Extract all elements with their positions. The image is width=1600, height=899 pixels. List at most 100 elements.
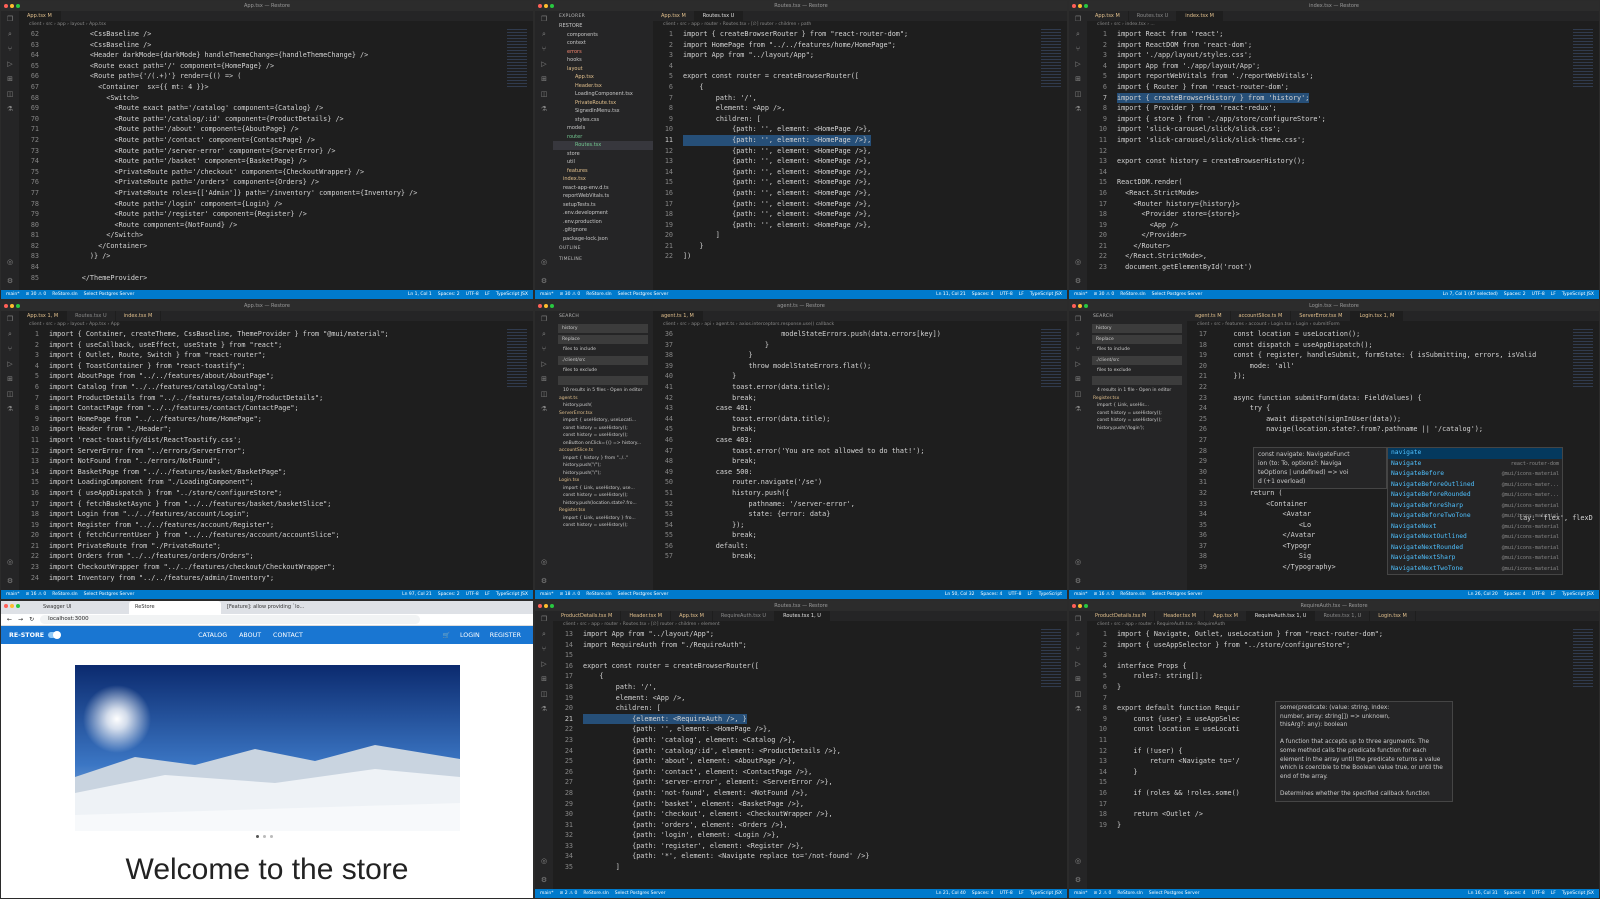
status-item[interactable]: UTF-8 [1000, 891, 1013, 896]
explorer-item[interactable]: .env.production [553, 218, 653, 227]
status-item[interactable]: TypeScript JSX [496, 592, 528, 597]
zoom-dot[interactable] [550, 304, 554, 308]
status-item[interactable]: Select Postgres Server [615, 891, 666, 896]
carousel-dot[interactable] [270, 835, 273, 838]
account-icon[interactable]: ◎ [7, 558, 13, 567]
status-item[interactable]: main* [1074, 891, 1088, 896]
minimize-dot[interactable] [1078, 4, 1082, 8]
zoom-dot[interactable] [16, 304, 20, 308]
extensions-icon[interactable]: ⊞ [1075, 75, 1081, 84]
search-result-match[interactable]: import { useHistory, useLocati... [553, 417, 653, 425]
search-result-match[interactable]: import { Link, useHistory, use... [553, 485, 653, 493]
gear-icon[interactable]: ⚙ [541, 277, 547, 286]
breadcrumb[interactable]: client › src › app › api › agent.ts › ax… [653, 321, 1067, 328]
status-item[interactable]: Ln 7, Col 1 (47 selected) [1443, 292, 1498, 297]
status-item[interactable]: Select Postgres Server [618, 592, 669, 597]
gear-icon[interactable]: ⚙ [1075, 577, 1081, 586]
status-item[interactable]: ⊘ 30 ⚠ 0 [26, 292, 47, 297]
status-item[interactable]: Ln 50, Col 32 [945, 592, 975, 597]
status-item[interactable]: main* [540, 592, 554, 597]
editor-tab[interactable]: App.tsx M [19, 11, 61, 21]
close-dot[interactable] [1072, 304, 1076, 308]
close-dot[interactable] [1072, 604, 1076, 608]
close-dot[interactable] [538, 604, 542, 608]
editor-tab[interactable]: Routes.tsx U [694, 11, 744, 21]
status-item[interactable]: Spaces: 4 [972, 292, 994, 297]
status-item[interactable]: UTF-8 [466, 292, 479, 297]
search-input[interactable]: history [558, 324, 648, 333]
editor-tab[interactable]: RequireAuth.tsx U [713, 611, 776, 621]
explorer-item[interactable]: package-lock.json [553, 235, 653, 244]
status-item[interactable]: ⊘ 30 ⚠ 0 [560, 292, 581, 297]
browser-tab[interactable]: [Feature]: allow providing `lo... [221, 601, 313, 614]
status-item[interactable]: ⊘ 2 ⚠ 0 [1094, 891, 1112, 896]
minimap[interactable] [1573, 629, 1593, 689]
search-icon[interactable]: ⌕ [8, 30, 12, 39]
search-result-match[interactable]: const history = useHistory(); [553, 522, 653, 530]
explorer-item[interactable]: .env.development [553, 209, 653, 218]
status-item[interactable]: ReStore.sln [52, 592, 77, 597]
run-debug-icon[interactable]: ▷ [541, 360, 546, 369]
breadcrumb[interactable]: client › src › index.tsx › ... [1087, 21, 1599, 28]
minimize-dot[interactable] [544, 604, 548, 608]
carousel-image[interactable] [75, 665, 460, 831]
explorer-item[interactable]: models [553, 124, 653, 133]
nav-link-catalog[interactable]: CATALOG [198, 632, 227, 639]
status-item[interactable]: ReStore.sln [586, 292, 611, 297]
nav-link-register[interactable]: REGISTER [490, 632, 521, 639]
account-icon[interactable]: ◎ [541, 258, 547, 267]
breadcrumb[interactable]: client › src › app › layout › App.tsx › … [19, 321, 533, 328]
editor-tab[interactable]: ServerError.tsx M [1291, 311, 1352, 321]
status-item[interactable]: main* [6, 592, 20, 597]
status-item[interactable]: Select Postgres Server [1152, 592, 1203, 597]
status-item[interactable]: TypeScript JSX [1030, 292, 1062, 297]
testing-icon[interactable]: ⚗ [7, 105, 13, 114]
status-item[interactable]: Select Postgres Server [1149, 891, 1200, 896]
run-debug-icon[interactable]: ▷ [7, 60, 12, 69]
editor-tab[interactable]: agent.ts 1, M [653, 311, 703, 321]
account-icon[interactable]: ◎ [1075, 558, 1081, 567]
gear-icon[interactable]: ⚙ [7, 277, 13, 286]
code-editor[interactable]: 36 modelStateErrors.push(data.errors[key… [653, 329, 1039, 589]
source-control-icon[interactable]: ⑂ [8, 345, 12, 354]
search-result-match[interactable]: const history = useHistory(); [553, 425, 653, 433]
editor-tab[interactable]: App.tsx M [653, 11, 695, 21]
explorer-section[interactable]: RESTORE [553, 22, 653, 31]
gear-icon[interactable]: ⚙ [541, 577, 547, 586]
run-debug-icon[interactable]: ▷ [541, 660, 546, 669]
status-item[interactable]: Spaces: 4 [1504, 592, 1526, 597]
search-result-match[interactable]: history.push('/login'); [1087, 425, 1187, 433]
code-editor[interactable]: 62 <CssBaseline /> 63 <CssBaseline /> 64 <… [19, 29, 505, 289]
explorer-item[interactable]: SignedInMenu.tsx [553, 107, 653, 116]
code-editor[interactable]: 1 import { Container, createTheme, CssBas… [19, 329, 505, 589]
run-debug-icon[interactable]: ▷ [541, 60, 546, 69]
replace-input[interactable]: Replace [1092, 335, 1182, 344]
editor-tab[interactable]: Login.tsx M [1370, 611, 1416, 621]
files-exclude-input[interactable] [1092, 376, 1182, 385]
status-item[interactable]: TypeScript JSX [496, 292, 528, 297]
zoom-dot[interactable] [550, 4, 554, 8]
files-icon[interactable]: ❐ [541, 615, 547, 624]
minimize-dot[interactable] [544, 304, 548, 308]
gear-icon[interactable]: ⚙ [1075, 876, 1081, 885]
minimize-dot[interactable] [1078, 604, 1082, 608]
explorer-item[interactable]: store [553, 150, 653, 159]
editor-tab[interactable]: Routes.tsx 1, U [775, 611, 830, 621]
extensions-icon[interactable]: ⊞ [7, 375, 13, 384]
gear-icon[interactable]: ⚙ [1075, 277, 1081, 286]
extensions-icon[interactable]: ⊞ [541, 75, 547, 84]
status-item[interactable]: ReStore.sln [1117, 891, 1142, 896]
explorer-item[interactable]: styles.css [553, 116, 653, 125]
files-icon[interactable]: ❐ [1075, 15, 1081, 24]
account-icon[interactable]: ◎ [541, 857, 547, 866]
url-input[interactable]: localhost:3000 [40, 615, 421, 624]
status-item[interactable]: TypeScript JSX [1562, 592, 1594, 597]
search-result-match[interactable]: history.push("/"); [553, 462, 653, 470]
minimap[interactable] [1041, 629, 1061, 689]
autocomplete-item[interactable]: navigate [1388, 448, 1562, 459]
editor-tab[interactable]: ProductDetails.tsx M [553, 611, 622, 621]
minimap[interactable] [1573, 29, 1593, 89]
explorer-item[interactable]: reportWebVitals.ts [553, 192, 653, 201]
zoom-dot[interactable] [16, 604, 20, 608]
breadcrumb[interactable]: client › src › app › router › Routes.tsx… [653, 21, 1067, 28]
